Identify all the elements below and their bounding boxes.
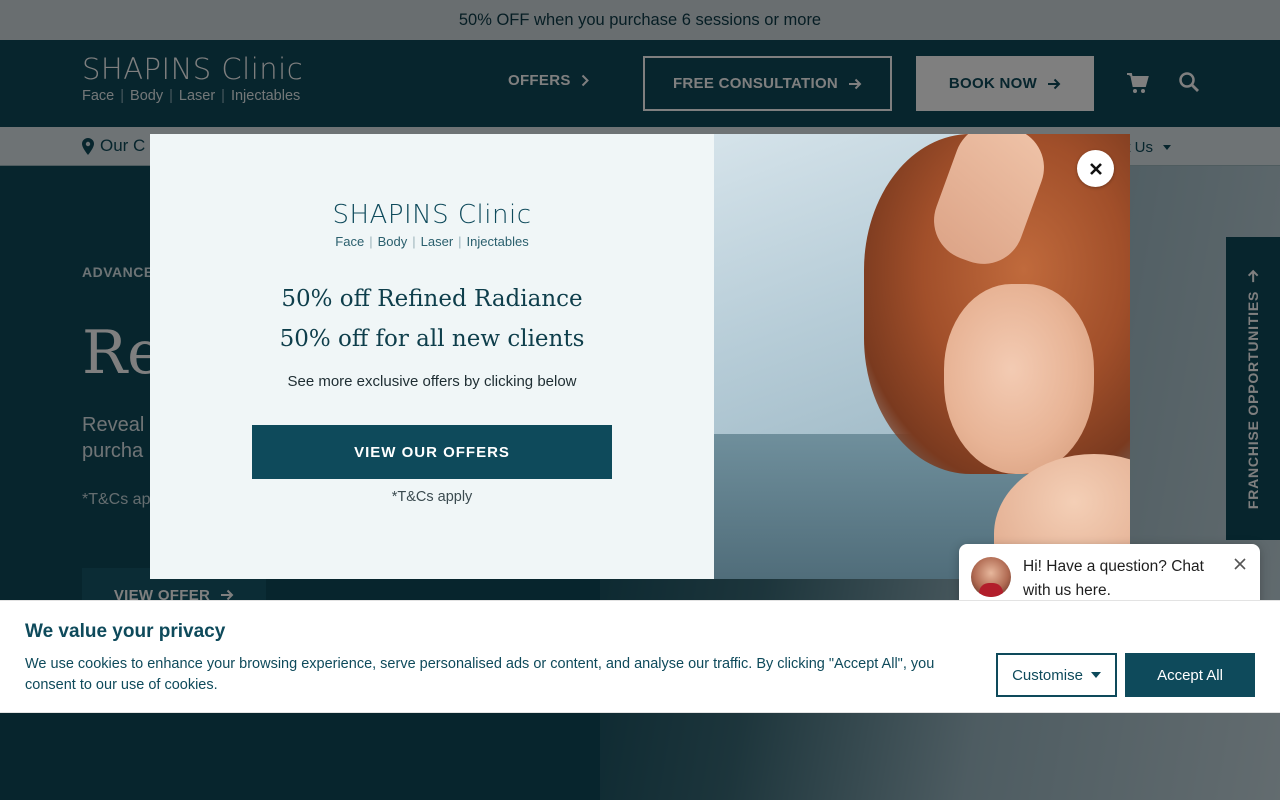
modal-logo-sub-laser: Laser xyxy=(420,234,454,249)
caret-down-icon xyxy=(1090,672,1101,678)
cookie-text: We use cookies to enhance your browsing … xyxy=(25,656,935,693)
accept-all-button[interactable]: Accept All xyxy=(1125,653,1255,697)
chat-avatar xyxy=(971,557,1011,597)
modal-close-button[interactable] xyxy=(1077,150,1114,187)
modal-photo xyxy=(714,134,1130,579)
chat-close-icon[interactable] xyxy=(1233,557,1247,571)
modal-content: SHAPINS Clinic Face | Body | Laser | Inject… xyxy=(150,134,714,579)
modal-text: See more exclusive offers by clicking be… xyxy=(287,373,577,390)
modal-logo-title: SHAPINS Clinic xyxy=(332,200,532,230)
cookie-title: We value your privacy xyxy=(25,621,226,642)
modal-logo-subtitle: Face | Body | Laser | Injectables xyxy=(335,234,529,249)
modal-heading-2: 50% off for all new clients xyxy=(279,326,585,352)
customise-button[interactable]: Customise xyxy=(996,653,1117,697)
chat-widget[interactable]: Hi! Have a question? Chat with us here. xyxy=(959,544,1260,606)
modal-logo-sub-body: Body xyxy=(377,234,408,249)
modal-heading-1: 50% off Refined Radiance xyxy=(281,286,583,312)
modal-terms: *T&Cs apply xyxy=(391,489,473,505)
offer-modal: SHAPINS Clinic Face | Body | Laser | Inject… xyxy=(150,134,1130,579)
view-our-offers-button[interactable]: VIEW OUR OFFERS xyxy=(252,425,612,479)
chat-message: Hi! Have a question? Chat with us here. xyxy=(1023,558,1204,599)
customise-label: Customise xyxy=(1012,666,1083,684)
close-icon xyxy=(1089,162,1102,175)
cookie-banner: We value your privacy We use cookies to … xyxy=(0,600,1280,713)
modal-logo-sub-face: Face xyxy=(335,234,365,249)
modal-logo-sub-injectables: Injectables xyxy=(466,234,529,249)
